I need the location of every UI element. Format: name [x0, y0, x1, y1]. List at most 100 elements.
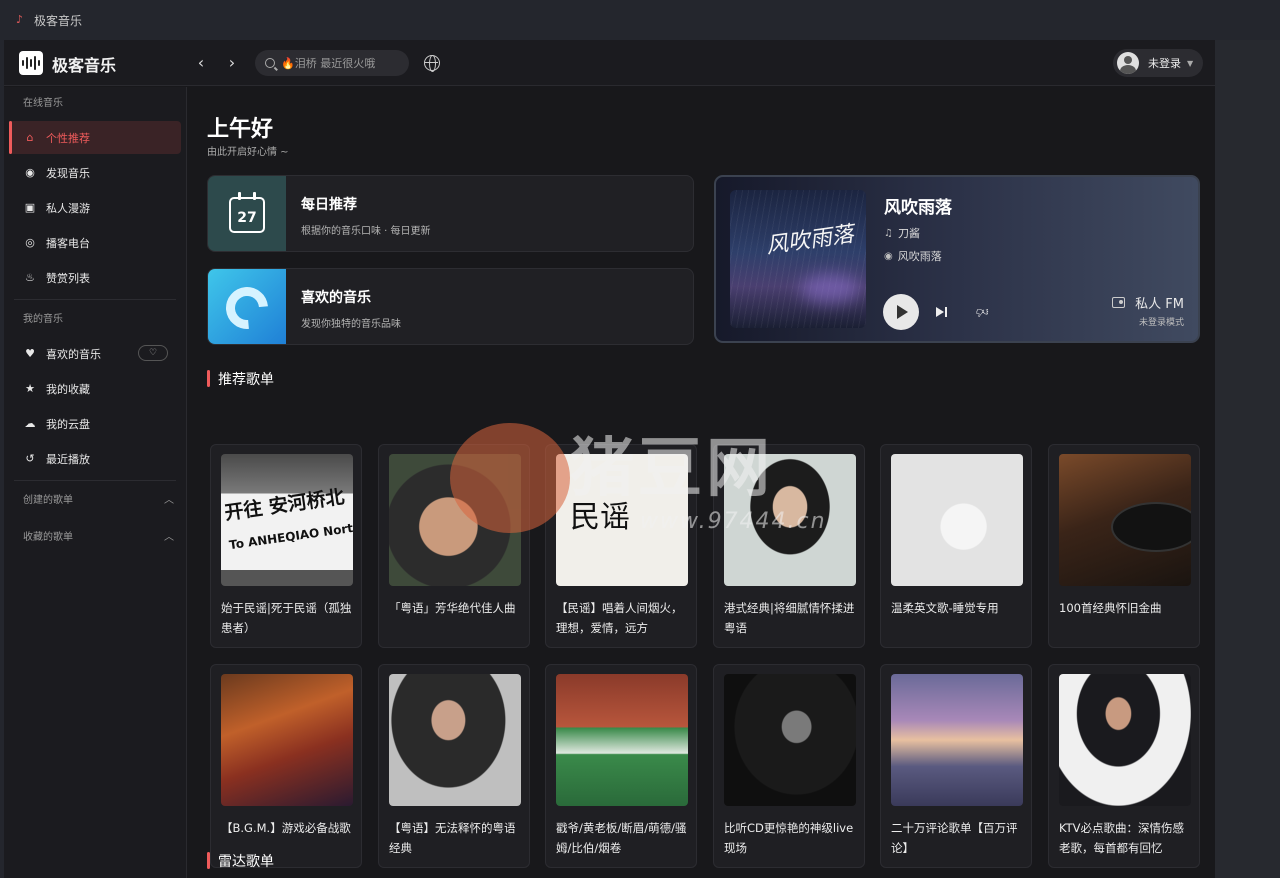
playlist-cover: [891, 674, 1023, 806]
back-button[interactable]: ‹: [191, 53, 211, 73]
flame-icon: ♨: [25, 271, 35, 284]
sidebar-item-label: 我的收藏: [46, 382, 90, 396]
playlist-card[interactable]: 二十万评论歌单【百万评论】: [880, 664, 1032, 868]
desktop-background: [1215, 40, 1280, 878]
sidebar: 在线音乐 ⌂ 个性推荐 ◉ 发现音乐 ▣ 私人漫游 ◎ 播客电台 ♨ 赞赏列表 …: [4, 87, 187, 878]
sidebar-item-podcast[interactable]: ◎ 播客电台: [9, 226, 181, 259]
chevron-up-icon: ︿: [164, 495, 174, 506]
daily-recommend-card[interactable]: 27 每日推荐 根据你的音乐口味 · 每日更新: [207, 175, 694, 252]
fm-artist[interactable]: ♫ 刀酱: [884, 225, 920, 241]
sidebar-item-collection[interactable]: ★ 我的收藏: [9, 372, 181, 405]
sidebar-item-sponsor[interactable]: ♨ 赞赏列表: [9, 261, 181, 294]
sidebar-section-mine: 我的音乐: [23, 314, 63, 325]
guitar-icon: ♪: [16, 13, 24, 26]
playlist-cover: [891, 454, 1023, 586]
chevron-up-icon: ︿: [164, 532, 174, 543]
sidebar-item-label: 喜欢的音乐: [46, 347, 101, 361]
user-menu[interactable]: 未登录 ▼: [1113, 49, 1203, 77]
avatar: [1117, 52, 1139, 74]
heartbeat-mode-icon[interactable]: ♡: [138, 345, 168, 361]
forward-button[interactable]: ›: [222, 53, 242, 73]
calendar-icon: 27: [229, 191, 265, 233]
sidebar-section-collected[interactable]: 收藏的歌单 ︿: [4, 523, 186, 553]
sidebar-item-liked[interactable]: ♥ 喜欢的音乐 ♡: [9, 337, 181, 370]
compass-icon: ◉: [25, 166, 35, 179]
recommend-playlists-title: 推荐歌单: [207, 369, 274, 389]
playlist-cover: [1059, 454, 1191, 586]
playlist-card[interactable]: 比听CD更惊艳的神级live现场: [713, 664, 865, 868]
top-bar: 极客音乐 ‹ › 未登录 ▼: [4, 40, 1215, 86]
search-box[interactable]: [255, 50, 409, 76]
playlist-name: KTV必点歌曲：深情伤感老歌，每首都有回忆: [1059, 821, 1185, 855]
fm-label: 私人 FM: [1112, 293, 1184, 312]
sidebar-item-discover[interactable]: ◉ 发现音乐: [9, 156, 181, 189]
app-window: 极客音乐 ‹ › 未登录 ▼ 在线音乐 ⌂ 个性推荐 ◉ 发现音乐 ▣ 私人漫游…: [4, 40, 1215, 878]
playlist-cover: [221, 674, 353, 806]
playlist-card[interactable]: 港式经典|将细腻情怀揉进粤语: [713, 444, 865, 648]
sidebar-item-label: 赞赏列表: [46, 271, 90, 285]
playlist-name: 比听CD更惊艳的神级live现场: [724, 821, 854, 855]
playlist-name: 戳爷/黄老板/断眉/萌德/骚姆/比伯/烟卷: [556, 821, 687, 855]
playlist-card[interactable]: 戳爷/黄老板/断眉/萌德/骚姆/比伯/烟卷: [545, 664, 697, 868]
fm-artist-name: 刀酱: [897, 227, 920, 240]
fm-album[interactable]: ◉ 风吹雨落: [884, 248, 942, 264]
playlist-cover: [1059, 674, 1191, 806]
next-track-button[interactable]: [936, 305, 950, 319]
radio-icon: ▣: [24, 201, 36, 214]
playlist-card[interactable]: 温柔英文歌-睡觉专用: [880, 444, 1032, 648]
daily-subtitle: 根据你的音乐口味 · 每日更新: [301, 226, 431, 237]
fm-song-title[interactable]: 风吹雨落: [884, 193, 952, 218]
main-content: 上午好 由此开启好心情 ~ 27 每日推荐 根据你的音乐口味 · 每日更新 喜欢…: [188, 87, 1215, 878]
fm-cover-image[interactable]: 风吹雨落: [730, 190, 866, 328]
sidebar-item-label: 发现音乐: [46, 166, 90, 180]
playlist-name: 100首经典怀旧金曲: [1059, 601, 1162, 615]
playlist-card[interactable]: 开往 安河桥北 To ANHEQIAO North 始于民谣|死于民谣（孤独患者）: [210, 444, 362, 648]
playlist-card[interactable]: 【B.G.M.】游戏必备战歌: [210, 664, 362, 868]
liked-thumb: [208, 269, 286, 344]
disc-icon: [217, 277, 277, 338]
divider: [14, 480, 176, 481]
radio-icon: [1112, 297, 1126, 308]
sidebar-item-personal-fm[interactable]: ▣ 私人漫游: [9, 191, 181, 224]
daily-thumb: 27: [208, 176, 286, 251]
sidebar-item-recent[interactable]: ↺ 最近播放: [9, 442, 181, 475]
dislike-button[interactable]: 👍︎: [976, 304, 989, 319]
podcast-icon: ◎: [25, 236, 35, 249]
artist-icon: ♫: [884, 227, 893, 239]
app-name: 极客音乐: [52, 56, 117, 75]
playlist-cover: [389, 674, 521, 806]
liked-music-card[interactable]: 喜欢的音乐 发现你独特的音乐品味: [207, 268, 694, 345]
cloud-icon: ☁: [24, 417, 36, 430]
playlist-name: 「粤语」芳华绝代佳人曲: [389, 601, 516, 615]
sidebar-item-label: 我的云盘: [46, 417, 90, 431]
playlist-name: 始于民谣|死于民谣（孤独患者）: [221, 601, 352, 635]
sidebar-section-online: 在线音乐: [23, 98, 63, 109]
sidebar-item-label: 最近播放: [46, 452, 90, 466]
liked-subtitle: 发现你独特的音乐品味: [301, 319, 401, 330]
playlist-cover: [724, 674, 856, 806]
divider: [14, 299, 176, 300]
app-logo-icon: [19, 51, 43, 75]
playlist-cover: 开往 安河桥北 To ANHEQIAO North: [221, 454, 353, 586]
globe-icon[interactable]: [424, 55, 440, 72]
playlist-name: 【粤语】无法释怀的粤语经典: [389, 821, 516, 855]
sidebar-section-created[interactable]: 创建的歌单 ︿: [4, 486, 186, 516]
fm-mode-note: 未登录模式: [1138, 318, 1184, 328]
playlist-card[interactable]: KTV必点歌曲：深情伤感老歌，每首都有回忆: [1048, 664, 1200, 868]
user-name: 未登录: [1148, 57, 1181, 70]
daily-title: 每日推荐: [301, 197, 357, 213]
sidebar-item-recommend[interactable]: ⌂ 个性推荐: [9, 121, 181, 154]
search-input[interactable]: [281, 56, 401, 70]
playlist-card[interactable]: 民谣 【民谣】唱着人间烟火，理想，爱情，远方: [545, 444, 697, 648]
radar-playlists-title: 雷达歌单: [207, 851, 274, 871]
play-button[interactable]: [883, 294, 919, 330]
playlist-name: 【B.G.M.】游戏必备战歌: [221, 821, 351, 835]
fm-album-name: 风吹雨落: [897, 250, 942, 263]
sidebar-item-cloud[interactable]: ☁ 我的云盘: [9, 407, 181, 440]
playlist-cover: [389, 454, 521, 586]
playlist-card[interactable]: 「粤语」芳华绝代佳人曲: [378, 444, 530, 648]
sidebar-item-label: 个性推荐: [46, 131, 90, 145]
playlist-name: 【民谣】唱着人间烟火，理想，爱情，远方: [556, 601, 683, 635]
playlist-card[interactable]: 100首经典怀旧金曲: [1048, 444, 1200, 648]
playlist-card[interactable]: 【粤语】无法释怀的粤语经典: [378, 664, 530, 868]
